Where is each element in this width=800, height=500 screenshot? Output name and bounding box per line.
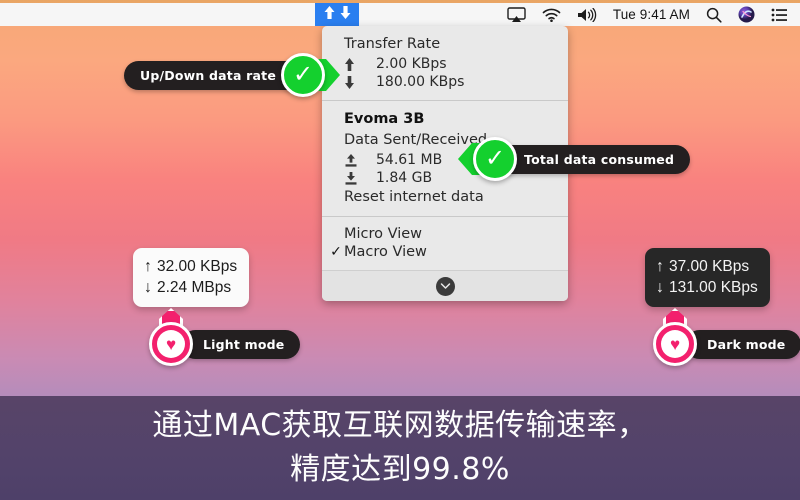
caption-text: 通过MAC获取互联网数据传输速率， 精度达到99.8% (0, 396, 800, 500)
caption-line-1: 通过MAC获取互联网数据传输速率， (152, 408, 648, 443)
panel-footer (322, 270, 568, 301)
dark-widget-upload-value: 37.00 KBps (669, 258, 750, 275)
callout-light-mode: ♥ Light mode (149, 308, 301, 366)
callout-total-data-marker: ✓ (452, 136, 518, 182)
arrow-down-icon: ↓ (144, 279, 152, 296)
mac-menu-bar: Tue 9:41 AM (0, 3, 800, 26)
arrow-up-icon: ↑ (656, 258, 664, 275)
dark-mode-label: Dark mode (685, 329, 800, 359)
transfer-rate-section: Transfer Rate 2.00 KBps 180.00 KBps (322, 26, 568, 100)
caption-line-2: 精度达到99.8% (290, 452, 510, 487)
data-sent-value: 54.61 MB (376, 152, 443, 168)
chevron-down-icon[interactable] (435, 276, 455, 296)
transfer-rate-upload-value: 2.00 KBps (376, 56, 447, 72)
dark-widget-download-row: ↓ 131.00 KBps (656, 277, 758, 298)
arrow-up-icon: ↑ (144, 258, 152, 275)
siri-icon[interactable] (738, 3, 755, 26)
dark-mode-speed-widget[interactable]: ↑ 37.00 KBps ↓ 131.00 KBps (645, 248, 770, 307)
callout-up-down-marker: ✓ (280, 52, 346, 98)
view-mode-section: Micro View ✓ Macro View (322, 217, 568, 270)
callout-dark-mode: ♥ Dark mode (653, 308, 800, 366)
menu-bar-clock[interactable]: Tue 9:41 AM (613, 3, 690, 26)
transfer-rate-download-row: 180.00 KBps (322, 73, 568, 91)
micro-view-label: Micro View (344, 226, 423, 242)
light-widget-upload-row: ↑ 32.00 KBps (144, 256, 237, 277)
menu-item-micro-view[interactable]: Micro View (322, 225, 568, 243)
dark-mode-heart-marker: ♥ (653, 308, 697, 366)
light-widget-upload-value: 32.00 KBps (157, 258, 238, 275)
arrow-down-icon: ↓ (656, 279, 664, 296)
arrow-down-icon (339, 5, 352, 25)
arrow-up-icon (344, 57, 370, 72)
heart-badge: ♥ (157, 330, 185, 358)
light-mode-label: Light mode (181, 329, 301, 359)
macro-view-label: Macro View (344, 244, 427, 260)
heart-icon: ♥ (165, 334, 177, 354)
callout-total-data-consumed: ✓ Total data consumed (452, 136, 691, 182)
network-name: Evoma 3B (344, 111, 425, 127)
dark-widget-download-value: 131.00 KBps (669, 279, 758, 296)
arrow-up-icon (323, 5, 336, 25)
checkmark-icon: ✓ (330, 244, 342, 260)
arrow-down-icon (344, 75, 370, 90)
transfer-rate-upload-row: 2.00 KBps (322, 55, 568, 73)
upload-tray-icon (344, 153, 370, 168)
checkmark-icon: ✓ (292, 61, 314, 88)
heart-icon: ♥ (669, 334, 681, 354)
dark-widget-upload-row: ↑ 37.00 KBps (656, 256, 758, 277)
airplay-icon[interactable] (507, 3, 526, 26)
data-received-value: 1.84 GB (376, 170, 433, 186)
transfer-rate-title: Transfer Rate (344, 36, 441, 52)
download-tray-icon (344, 171, 370, 186)
volume-icon[interactable] (577, 3, 597, 26)
callout-up-down-data-rate: Up/Down data rate ✓ (124, 52, 346, 98)
reset-internet-data-item[interactable]: Reset internet data (322, 187, 568, 207)
light-mode-heart-marker: ♥ (149, 308, 193, 366)
light-widget-download-row: ↓ 2.24 MBps (144, 277, 237, 298)
callout-total-data-label: Total data consumed (490, 144, 691, 174)
checkmark-icon: ✓ (484, 145, 506, 172)
search-icon[interactable] (706, 3, 722, 26)
transfer-rate-download-value: 180.00 KBps (376, 74, 465, 90)
menu-bar-netspeed-item[interactable] (315, 3, 359, 26)
menu-item-macro-view[interactable]: ✓ Macro View (322, 243, 568, 261)
light-widget-download-value: 2.24 MBps (157, 279, 232, 296)
app-screenshot: Tue 9:41 AM Transfer Rate 2.00 KBps 180.… (0, 0, 800, 500)
light-mode-speed-widget[interactable]: ↑ 32.00 KBps ↓ 2.24 MBps (133, 248, 250, 307)
control-center-icon[interactable] (771, 3, 788, 26)
wifi-icon[interactable] (542, 3, 561, 26)
menu-bar-status-items: Tue 9:41 AM (507, 3, 800, 26)
heart-badge: ♥ (661, 330, 689, 358)
